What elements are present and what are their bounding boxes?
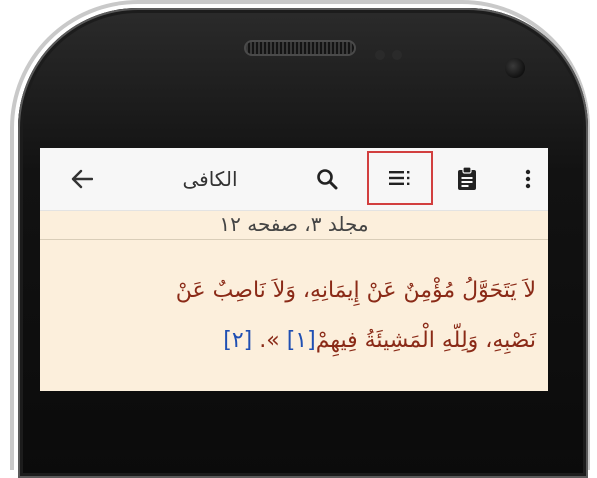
- divider: [40, 239, 548, 240]
- toc-list-icon: [389, 171, 410, 185]
- footnote-ref-link[interactable]: [٢]: [223, 328, 252, 353]
- more-options-button[interactable]: [518, 162, 538, 196]
- light-sensor: [392, 50, 402, 60]
- search-button[interactable]: [310, 162, 344, 196]
- more-vert-icon: [525, 169, 531, 189]
- clipboard-button[interactable]: [450, 162, 484, 196]
- app-toolbar: الكافى: [40, 148, 548, 211]
- book-title: الكافى: [182, 167, 238, 191]
- table-of-contents-button[interactable]: [367, 151, 433, 205]
- volume-page-label: مجلد ٣، صفحه ١٢: [219, 212, 369, 236]
- text-fragment: نَصْبِهِ، وَلِلّهِ الْمَشِيئَةُ فِيهِمْ: [315, 328, 536, 353]
- app-screen: الكافى مجلد ٣، صفحه ١٢ لاَ يَتَحَوَّلُ م…: [40, 148, 548, 391]
- text-line: نَصْبِهِ، وَلِلّهِ الْمَشِيئَةُ فِيهِمْ[…: [58, 316, 536, 366]
- footnote-ref-link[interactable]: [١]: [287, 328, 316, 353]
- text-fragment: ».: [252, 328, 287, 353]
- text-line: لاَ يَتَحَوَّلُ مُؤْمِنٌ عَنْ إِيمَانِهِ…: [175, 278, 536, 303]
- back-arrow-icon: [71, 169, 93, 189]
- front-camera: [505, 58, 525, 78]
- back-button[interactable]: [62, 162, 102, 196]
- hadith-text: لاَ يَتَحَوَّلُ مُؤْمِنٌ عَنْ إِيمَانِهِ…: [58, 266, 536, 366]
- search-icon: [317, 169, 338, 190]
- earpiece-speaker: [244, 40, 356, 56]
- clipboard-icon: [458, 167, 476, 190]
- phone-frame: الكافى مجلد ٣، صفحه ١٢ لاَ يَتَحَوَّلُ م…: [0, 0, 597, 478]
- proximity-sensor: [375, 50, 385, 60]
